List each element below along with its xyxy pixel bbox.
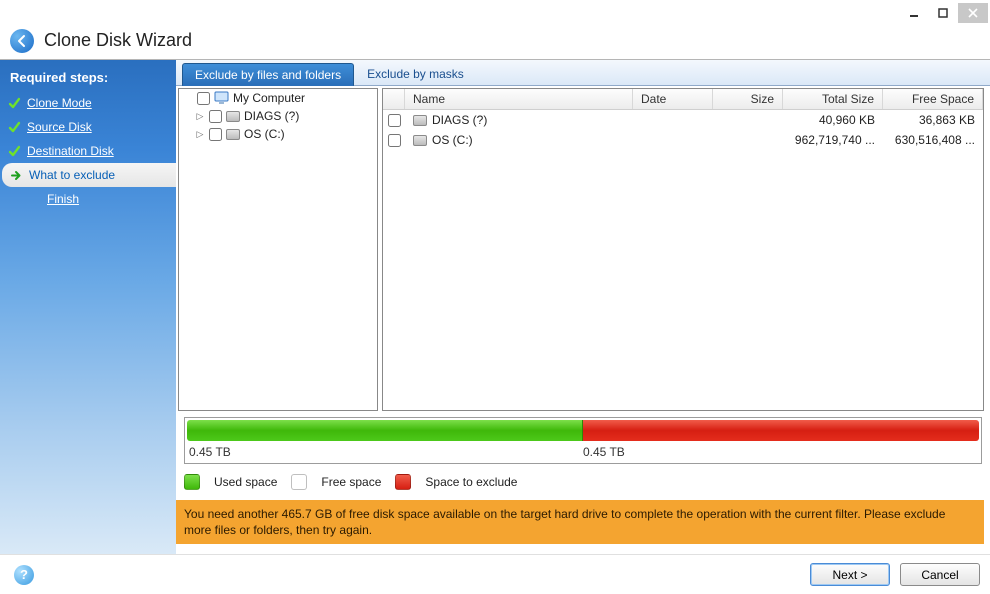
- tree-checkbox[interactable]: [197, 92, 210, 105]
- step-label: Destination Disk: [27, 144, 114, 158]
- back-icon[interactable]: [10, 29, 34, 53]
- legend: Used space Free space Space to exclude: [176, 464, 990, 496]
- check-icon: [8, 145, 21, 158]
- step-clone-mode[interactable]: Clone Mode: [0, 91, 176, 115]
- legend-free: Free space: [321, 475, 381, 489]
- cancel-button[interactable]: Cancel: [900, 563, 980, 586]
- wizard-title: Clone Disk Wizard: [44, 30, 192, 51]
- warning-banner: You need another 465.7 GB of free disk s…: [176, 500, 984, 544]
- row-checkbox[interactable]: [388, 134, 401, 147]
- step-destination-disk[interactable]: Destination Disk: [0, 139, 176, 163]
- row-total: 962,719,740 ...: [783, 132, 883, 148]
- main-panel: Exclude by files and folders Exclude by …: [176, 60, 990, 554]
- step-label: Source Disk: [27, 120, 92, 134]
- capacity-bar: [187, 420, 979, 441]
- col-date[interactable]: Date: [633, 89, 713, 109]
- expander-icon[interactable]: ▷: [195, 111, 205, 122]
- tree-item[interactable]: ▷ OS (C:): [179, 125, 377, 143]
- row-total: 40,960 KB: [783, 112, 883, 128]
- col-free[interactable]: Free Space: [883, 89, 983, 109]
- row-name: OS (C:): [432, 133, 473, 147]
- disk-icon: [413, 135, 427, 146]
- step-finish[interactable]: Finish: [0, 187, 176, 211]
- tree-checkbox[interactable]: [209, 128, 222, 141]
- exclude-tabs: Exclude by files and folders Exclude by …: [176, 60, 990, 86]
- minimize-button[interactable]: [900, 3, 928, 23]
- step-what-to-exclude[interactable]: What to exclude: [2, 163, 176, 187]
- swatch-free-icon: [291, 474, 307, 490]
- step-label: Finish: [47, 192, 79, 206]
- row-free: 36,863 KB: [883, 112, 983, 128]
- bar-used: [187, 420, 583, 441]
- col-size[interactable]: Size: [713, 89, 783, 109]
- row-name: DIAGS (?): [432, 113, 487, 127]
- next-button[interactable]: Next >: [810, 563, 890, 586]
- tab-exclude-masks[interactable]: Exclude by masks: [354, 62, 477, 85]
- tree-item[interactable]: ▷ DIAGS (?): [179, 107, 377, 125]
- help-icon[interactable]: ?: [14, 565, 34, 585]
- list-header: Name Date Size Total Size Free Space: [383, 89, 983, 110]
- col-check[interactable]: [383, 89, 405, 109]
- tree-label: DIAGS (?): [244, 109, 299, 123]
- capacity-used-label: 0.45 TB: [189, 445, 583, 459]
- folder-tree[interactable]: My Computer ▷ DIAGS (?) ▷ OS (C:): [178, 88, 378, 411]
- list-item[interactable]: OS (C:) 962,719,740 ... 630,516,408 ...: [383, 130, 983, 150]
- check-icon: [8, 121, 21, 134]
- row-date: [633, 119, 713, 121]
- capacity-exclude-label: 0.45 TB: [583, 445, 977, 459]
- swatch-exclude-icon: [395, 474, 411, 490]
- wizard-header: Clone Disk Wizard: [0, 26, 990, 60]
- window-titlebar: [0, 0, 990, 26]
- bar-exclude: [583, 420, 979, 441]
- tree-label: OS (C:): [244, 127, 285, 141]
- legend-exclude: Space to exclude: [425, 475, 517, 489]
- wizard-footer: ? Next > Cancel: [0, 554, 990, 594]
- row-checkbox[interactable]: [388, 114, 401, 127]
- maximize-button[interactable]: [929, 3, 957, 23]
- close-button[interactable]: [958, 3, 988, 23]
- steps-sidebar: Required steps: Clone Mode Source Disk D…: [0, 60, 176, 554]
- disk-icon: [226, 111, 240, 122]
- capacity-panel: 0.45 TB 0.45 TB: [184, 417, 982, 464]
- disk-icon: [226, 129, 240, 140]
- list-body: DIAGS (?) 40,960 KB 36,863 KB OS (C:): [383, 110, 983, 410]
- step-label: Clone Mode: [27, 96, 92, 110]
- file-list[interactable]: Name Date Size Total Size Free Space DIA…: [382, 88, 984, 411]
- col-name[interactable]: Name: [405, 89, 633, 109]
- tree-root[interactable]: My Computer: [179, 89, 377, 107]
- check-icon: [8, 97, 21, 110]
- list-item[interactable]: DIAGS (?) 40,960 KB 36,863 KB: [383, 110, 983, 130]
- computer-icon: [214, 91, 229, 105]
- row-size: [713, 139, 783, 141]
- swatch-used-icon: [184, 474, 200, 490]
- tree-checkbox[interactable]: [209, 110, 222, 123]
- tab-exclude-files[interactable]: Exclude by files and folders: [182, 63, 354, 86]
- row-date: [633, 139, 713, 141]
- legend-used: Used space: [214, 475, 277, 489]
- steps-header: Required steps:: [0, 66, 176, 91]
- tree-label: My Computer: [233, 91, 305, 105]
- step-source-disk[interactable]: Source Disk: [0, 115, 176, 139]
- arrow-icon: [10, 169, 23, 182]
- step-label: What to exclude: [29, 168, 115, 182]
- disk-icon: [413, 115, 427, 126]
- row-free: 630,516,408 ...: [883, 132, 983, 148]
- expander-icon[interactable]: ▷: [195, 129, 205, 140]
- col-total[interactable]: Total Size: [783, 89, 883, 109]
- row-size: [713, 119, 783, 121]
